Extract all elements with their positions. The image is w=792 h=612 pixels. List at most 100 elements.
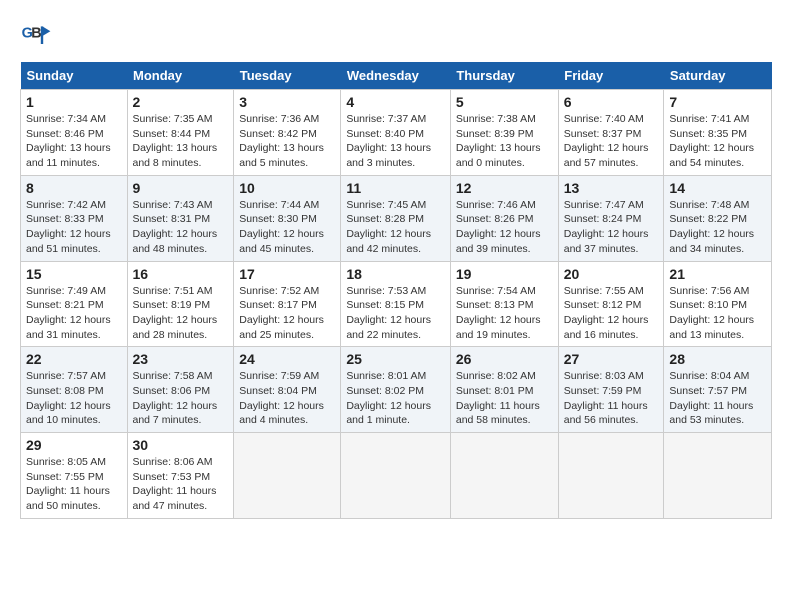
day-info: Sunrise: 7:51 AM Sunset: 8:19 PM Dayligh… — [133, 284, 229, 343]
day-info: Sunrise: 7:52 AM Sunset: 8:17 PM Dayligh… — [239, 284, 335, 343]
calendar-cell: 20 Sunrise: 7:55 AM Sunset: 8:12 PM Dayl… — [558, 261, 664, 347]
calendar-cell: 14 Sunrise: 7:48 AM Sunset: 8:22 PM Dayl… — [664, 175, 772, 261]
calendar-cell: 24 Sunrise: 7:59 AM Sunset: 8:04 PM Dayl… — [234, 347, 341, 433]
calendar-cell: 3 Sunrise: 7:36 AM Sunset: 8:42 PM Dayli… — [234, 90, 341, 176]
day-number: 13 — [564, 180, 659, 196]
day-number: 22 — [26, 351, 122, 367]
day-info: Sunrise: 7:37 AM Sunset: 8:40 PM Dayligh… — [346, 112, 445, 171]
day-number: 21 — [669, 266, 766, 282]
day-number: 23 — [133, 351, 229, 367]
calendar-cell: 29 Sunrise: 8:05 AM Sunset: 7:55 PM Dayl… — [21, 433, 128, 519]
day-info: Sunrise: 7:38 AM Sunset: 8:39 PM Dayligh… — [456, 112, 553, 171]
calendar-cell — [558, 433, 664, 519]
logo-icon: G B — [20, 20, 52, 52]
day-info: Sunrise: 8:03 AM Sunset: 7:59 PM Dayligh… — [564, 369, 659, 428]
day-number: 14 — [669, 180, 766, 196]
calendar-cell — [234, 433, 341, 519]
day-number: 17 — [239, 266, 335, 282]
day-info: Sunrise: 8:02 AM Sunset: 8:01 PM Dayligh… — [456, 369, 553, 428]
calendar-cell: 18 Sunrise: 7:53 AM Sunset: 8:15 PM Dayl… — [341, 261, 451, 347]
day-number: 1 — [26, 94, 122, 110]
calendar-cell: 7 Sunrise: 7:41 AM Sunset: 8:35 PM Dayli… — [664, 90, 772, 176]
day-info: Sunrise: 7:47 AM Sunset: 8:24 PM Dayligh… — [564, 198, 659, 257]
calendar-cell: 1 Sunrise: 7:34 AM Sunset: 8:46 PM Dayli… — [21, 90, 128, 176]
calendar-cell: 22 Sunrise: 7:57 AM Sunset: 8:08 PM Dayl… — [21, 347, 128, 433]
day-info: Sunrise: 7:41 AM Sunset: 8:35 PM Dayligh… — [669, 112, 766, 171]
day-info: Sunrise: 7:34 AM Sunset: 8:46 PM Dayligh… — [26, 112, 122, 171]
calendar-cell: 9 Sunrise: 7:43 AM Sunset: 8:31 PM Dayli… — [127, 175, 234, 261]
calendar-cell — [664, 433, 772, 519]
week-row-4: 22 Sunrise: 7:57 AM Sunset: 8:08 PM Dayl… — [21, 347, 772, 433]
header-tuesday: Tuesday — [234, 62, 341, 90]
day-info: Sunrise: 8:06 AM Sunset: 7:53 PM Dayligh… — [133, 455, 229, 514]
day-number: 7 — [669, 94, 766, 110]
day-number: 10 — [239, 180, 335, 196]
header-sunday: Sunday — [21, 62, 128, 90]
day-info: Sunrise: 7:44 AM Sunset: 8:30 PM Dayligh… — [239, 198, 335, 257]
day-number: 2 — [133, 94, 229, 110]
calendar-cell: 30 Sunrise: 8:06 AM Sunset: 7:53 PM Dayl… — [127, 433, 234, 519]
page-header: G B — [20, 20, 772, 52]
day-info: Sunrise: 7:58 AM Sunset: 8:06 PM Dayligh… — [133, 369, 229, 428]
day-number: 26 — [456, 351, 553, 367]
day-info: Sunrise: 7:53 AM Sunset: 8:15 PM Dayligh… — [346, 284, 445, 343]
day-number: 5 — [456, 94, 553, 110]
day-number: 3 — [239, 94, 335, 110]
day-info: Sunrise: 7:40 AM Sunset: 8:37 PM Dayligh… — [564, 112, 659, 171]
calendar-cell: 2 Sunrise: 7:35 AM Sunset: 8:44 PM Dayli… — [127, 90, 234, 176]
calendar-cell: 17 Sunrise: 7:52 AM Sunset: 8:17 PM Dayl… — [234, 261, 341, 347]
day-number: 27 — [564, 351, 659, 367]
day-number: 12 — [456, 180, 553, 196]
calendar-cell: 23 Sunrise: 7:58 AM Sunset: 8:06 PM Dayl… — [127, 347, 234, 433]
day-info: Sunrise: 7:42 AM Sunset: 8:33 PM Dayligh… — [26, 198, 122, 257]
header-saturday: Saturday — [664, 62, 772, 90]
day-number: 9 — [133, 180, 229, 196]
calendar-cell: 27 Sunrise: 8:03 AM Sunset: 7:59 PM Dayl… — [558, 347, 664, 433]
calendar-cell: 8 Sunrise: 7:42 AM Sunset: 8:33 PM Dayli… — [21, 175, 128, 261]
day-number: 24 — [239, 351, 335, 367]
day-info: Sunrise: 7:59 AM Sunset: 8:04 PM Dayligh… — [239, 369, 335, 428]
calendar-cell: 6 Sunrise: 7:40 AM Sunset: 8:37 PM Dayli… — [558, 90, 664, 176]
day-info: Sunrise: 7:45 AM Sunset: 8:28 PM Dayligh… — [346, 198, 445, 257]
day-number: 30 — [133, 437, 229, 453]
calendar-cell: 13 Sunrise: 7:47 AM Sunset: 8:24 PM Dayl… — [558, 175, 664, 261]
calendar-cell: 5 Sunrise: 7:38 AM Sunset: 8:39 PM Dayli… — [450, 90, 558, 176]
day-info: Sunrise: 8:05 AM Sunset: 7:55 PM Dayligh… — [26, 455, 122, 514]
day-number: 19 — [456, 266, 553, 282]
calendar-cell: 25 Sunrise: 8:01 AM Sunset: 8:02 PM Dayl… — [341, 347, 451, 433]
header-row: SundayMondayTuesdayWednesdayThursdayFrid… — [21, 62, 772, 90]
day-number: 8 — [26, 180, 122, 196]
week-row-2: 8 Sunrise: 7:42 AM Sunset: 8:33 PM Dayli… — [21, 175, 772, 261]
day-number: 29 — [26, 437, 122, 453]
calendar-cell: 4 Sunrise: 7:37 AM Sunset: 8:40 PM Dayli… — [341, 90, 451, 176]
day-info: Sunrise: 7:49 AM Sunset: 8:21 PM Dayligh… — [26, 284, 122, 343]
day-info: Sunrise: 7:46 AM Sunset: 8:26 PM Dayligh… — [456, 198, 553, 257]
day-info: Sunrise: 7:35 AM Sunset: 8:44 PM Dayligh… — [133, 112, 229, 171]
calendar-cell: 12 Sunrise: 7:46 AM Sunset: 8:26 PM Dayl… — [450, 175, 558, 261]
week-row-1: 1 Sunrise: 7:34 AM Sunset: 8:46 PM Dayli… — [21, 90, 772, 176]
header-wednesday: Wednesday — [341, 62, 451, 90]
day-info: Sunrise: 7:55 AM Sunset: 8:12 PM Dayligh… — [564, 284, 659, 343]
svg-text:B: B — [31, 26, 41, 42]
day-number: 4 — [346, 94, 445, 110]
day-info: Sunrise: 7:54 AM Sunset: 8:13 PM Dayligh… — [456, 284, 553, 343]
day-info: Sunrise: 8:04 AM Sunset: 7:57 PM Dayligh… — [669, 369, 766, 428]
day-info: Sunrise: 7:36 AM Sunset: 8:42 PM Dayligh… — [239, 112, 335, 171]
calendar-cell: 10 Sunrise: 7:44 AM Sunset: 8:30 PM Dayl… — [234, 175, 341, 261]
calendar-table: SundayMondayTuesdayWednesdayThursdayFrid… — [20, 62, 772, 519]
day-number: 28 — [669, 351, 766, 367]
day-number: 6 — [564, 94, 659, 110]
day-number: 16 — [133, 266, 229, 282]
header-friday: Friday — [558, 62, 664, 90]
calendar-cell — [450, 433, 558, 519]
day-number: 25 — [346, 351, 445, 367]
day-info: Sunrise: 7:57 AM Sunset: 8:08 PM Dayligh… — [26, 369, 122, 428]
day-info: Sunrise: 7:56 AM Sunset: 8:10 PM Dayligh… — [669, 284, 766, 343]
week-row-5: 29 Sunrise: 8:05 AM Sunset: 7:55 PM Dayl… — [21, 433, 772, 519]
calendar-cell: 19 Sunrise: 7:54 AM Sunset: 8:13 PM Dayl… — [450, 261, 558, 347]
day-number: 18 — [346, 266, 445, 282]
calendar-cell: 26 Sunrise: 8:02 AM Sunset: 8:01 PM Dayl… — [450, 347, 558, 433]
day-number: 15 — [26, 266, 122, 282]
calendar-cell: 11 Sunrise: 7:45 AM Sunset: 8:28 PM Dayl… — [341, 175, 451, 261]
day-info: Sunrise: 7:43 AM Sunset: 8:31 PM Dayligh… — [133, 198, 229, 257]
